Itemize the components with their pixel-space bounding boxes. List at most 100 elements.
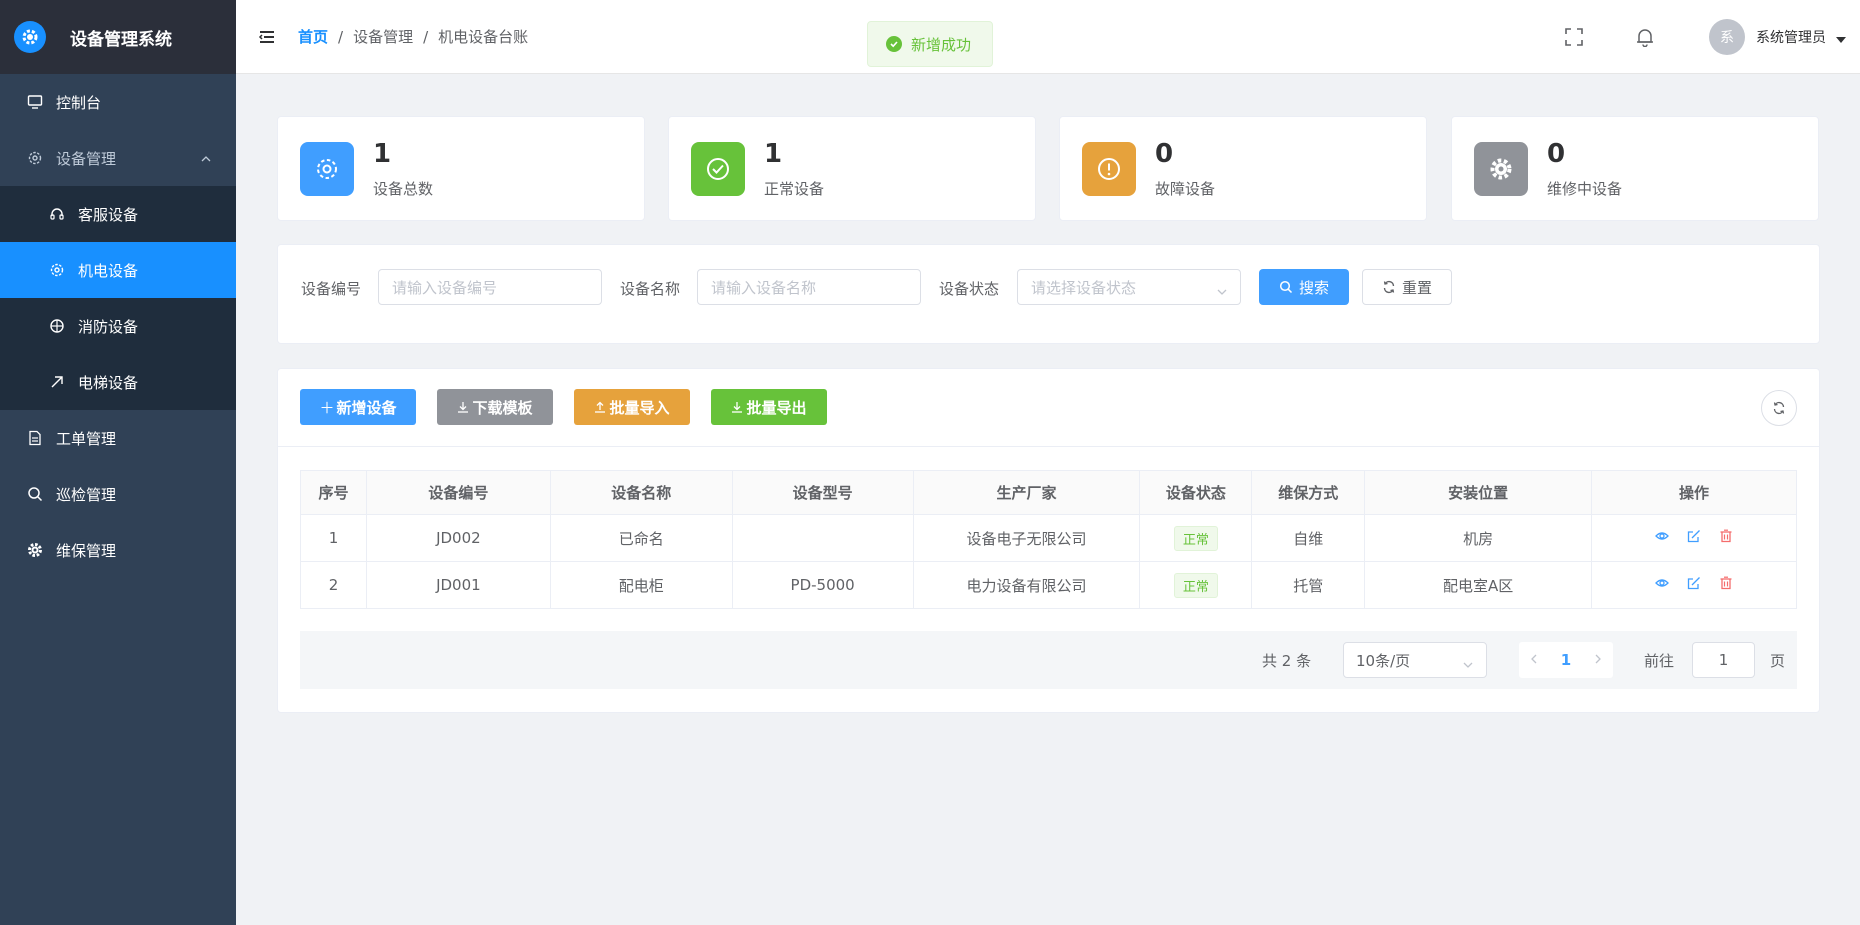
gear-icon [26,149,44,167]
current-page[interactable]: 1 [1561,651,1571,669]
cell-actions [1591,561,1797,609]
download-template-label: 下载模板 [472,398,533,417]
crosshair-icon [48,317,66,335]
header-actions: 系 系统管理员 [1562,0,1860,74]
refresh-icon [1382,280,1396,294]
delete-icon[interactable] [1719,576,1733,594]
sidebar-item-label: 维保管理 [56,541,117,560]
device-name-label: 设备名称 [620,280,681,298]
gear-filled-icon [1474,142,1528,196]
page-size-select[interactable]: 10条/页 [1343,642,1487,678]
breadcrumb-separator: / [423,27,429,46]
sidebar-item-label: 电梯设备 [78,373,139,392]
table-panel: ＋ 新增设备 下载模板 批量导入 批量导出 序号 设备编号 设备名称 设备型号 … [277,368,1820,713]
app-title: 设备管理系统 [70,29,172,50]
sidebar-item-work-orders[interactable]: 工单管理 [0,410,236,466]
sidebar-item-label: 消防设备 [78,317,139,336]
caret-down-icon[interactable] [1836,28,1846,47]
cell-model: PD-5000 [731,561,914,609]
cell-model [731,514,914,562]
breadcrumb-separator: / [338,27,344,46]
sidebar-item-inspection[interactable]: 巡检管理 [0,466,236,522]
breadcrumb-home[interactable]: 首页 [298,26,328,47]
cell-no: 2 [300,561,367,609]
edit-icon[interactable] [1687,529,1701,547]
breadcrumb-current: 机电设备台账 [438,28,529,46]
column-header: 设备状态 [1139,470,1253,515]
chevron-down-icon [1216,282,1228,300]
sidebar-item-device-management[interactable]: 设备管理 [0,130,236,186]
delete-icon[interactable] [1719,529,1733,547]
document-icon [26,429,44,447]
toast-message: 新增成功 [911,35,972,54]
cell-no: 1 [300,514,367,562]
collapse-menu-icon[interactable] [256,26,278,48]
add-device-button[interactable]: ＋ 新增设备 [300,389,416,425]
search-button[interactable]: 搜索 [1259,269,1349,305]
status-badge: 正常 [1173,572,1218,598]
stat-value: 0 [1155,139,1174,169]
column-header: 设备名称 [549,470,733,515]
reset-button[interactable]: 重置 [1362,269,1452,305]
device-status-select[interactable]: 请选择设备状态 [1017,269,1241,305]
download-icon [457,401,469,413]
cell-actions [1591,514,1797,562]
download-template-button[interactable]: 下载模板 [437,389,553,425]
chevron-down-icon [1462,655,1474,673]
headset-icon [48,205,66,223]
prev-page-icon[interactable] [1530,651,1538,669]
sidebar-item-electromechanical-device[interactable]: 机电设备 [0,242,236,298]
gear-icon [300,142,354,196]
goto-page-input[interactable]: 1 [1692,642,1755,678]
select-placeholder: 请选择设备状态 [1031,278,1137,297]
refresh-table-button[interactable] [1761,390,1797,426]
user-name[interactable]: 系统管理员 [1756,27,1826,47]
next-page-icon[interactable] [1594,651,1602,669]
monitor-icon [26,93,44,111]
sidebar-item-maintenance[interactable]: 维保管理 [0,522,236,578]
divider [278,446,1819,447]
cell-code: JD001 [365,561,551,609]
avatar[interactable]: 系 [1709,19,1745,55]
sidebar-item-dashboard[interactable]: 控制台 [0,74,236,130]
column-header: 操作 [1591,470,1797,515]
column-header: 序号 [300,470,367,515]
sidebar-item-elevator-device[interactable]: 电梯设备 [0,354,236,410]
cell-maker: 电力设备有限公司 [912,561,1141,609]
fullscreen-icon[interactable] [1562,25,1586,49]
sidebar-item-label: 工单管理 [56,429,117,448]
upload-icon [594,401,606,413]
view-icon[interactable] [1655,576,1669,594]
cell-location: 机房 [1364,514,1593,562]
pagination-total: 共 2 条 [1262,652,1312,670]
sidebar-item-customer-service-device[interactable]: 客服设备 [0,186,236,242]
view-icon[interactable] [1655,529,1669,547]
bell-icon[interactable] [1633,25,1657,49]
sidebar-item-fire-device[interactable]: 消防设备 [0,298,236,354]
sidebar-item-label: 巡检管理 [56,485,117,504]
batch-import-button[interactable]: 批量导入 [574,389,690,425]
success-toast: 新增成功 [867,21,993,67]
device-name-input[interactable]: 请输入设备名称 [697,269,921,305]
device-code-input[interactable]: 请输入设备编号 [378,269,602,305]
device-status-label: 设备状态 [939,280,1000,298]
refresh-icon [1772,401,1786,415]
pagination: 共 2 条 10条/页 1 前往 1 页 [300,631,1797,689]
page-size-value: 10条/页 [1356,651,1411,670]
reset-button-label: 重置 [1401,278,1432,297]
batch-export-button[interactable]: 批量导出 [711,389,827,425]
stat-card-normal: 1 正常设备 [668,116,1036,221]
stat-label: 维修中设备 [1547,180,1623,198]
check-circle-icon [886,36,902,52]
gear-logo-icon [14,21,46,53]
stat-label: 故障设备 [1155,180,1216,198]
edit-icon[interactable] [1687,576,1701,594]
search-button-label: 搜索 [1298,278,1329,297]
cell-maint: 自维 [1251,514,1366,562]
cell-name: 已命名 [549,514,733,562]
cell-name: 配电柜 [549,561,733,609]
cell-maint: 托管 [1251,561,1366,609]
cell-maker: 设备电子无限公司 [912,514,1141,562]
breadcrumb: 首页 / 设备管理 / 机电设备台账 [298,26,528,47]
column-header: 安装位置 [1364,470,1593,515]
